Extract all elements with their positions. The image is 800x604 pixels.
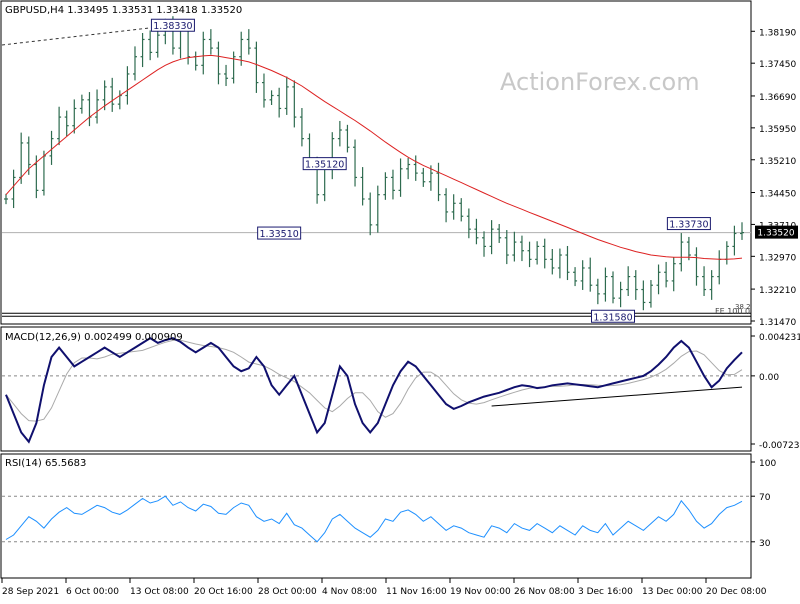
current-price-value: 1.33520 [757,229,794,239]
x-tick-label: 13 Dec 00:00 [642,587,703,597]
x-tick-label: 28 Sep 2021 [2,587,59,597]
price-title: GBPUSD,H4 1.33495 1.33531 1.33418 1.3352… [5,5,242,16]
x-tick-label: 19 Nov 00:00 [450,587,511,597]
rsi-y-tick-label: 30 [759,539,771,549]
x-tick-label: 28 Oct 00:00 [258,587,317,597]
watermark: ActionForex.com [500,68,700,96]
chart-canvas: 38.2FE 100.01.383301.351201.335101.33730… [0,0,800,597]
macd-panel [0,326,752,452]
x-tick-label: 6 Oct 00:00 [66,587,119,597]
x-tick-label: 3 Dec 16:00 [578,587,633,597]
x-tick-label: 11 Nov 16:00 [386,587,447,597]
price-label: 1.38330 [153,21,192,32]
macd-y-tick-label: 0.004231 [759,333,800,343]
x-tick-label: 20 Oct 16:00 [194,587,253,597]
price-label: 1.35120 [305,160,344,171]
macd-title: MACD(12,26,9) 0.002499 0.000909 [5,332,183,343]
price-y-tick-label: 1.32970 [759,253,796,263]
x-tick-label: 4 Nov 08:00 [322,587,377,597]
rsi-y-tick-label: 70 [759,493,771,503]
rsi-panel [0,453,752,579]
price-y-tick-label: 1.37450 [759,60,796,70]
rsi-y-tick-label: 100 [759,459,776,469]
chart-window: 38.2 FE 100.0 1.38330 1.35120 1.33510 1.33730… [0,0,800,600]
price-label: 1.33510 [260,229,299,240]
macd-y-tick-label: -0.00723 [759,441,799,451]
price-panel [0,0,752,325]
price-y-tick-label: 1.38190 [759,28,796,38]
price-y-tick-label: 1.36690 [759,93,796,103]
price-y-tick-label: 1.34450 [759,190,796,200]
price-label: 1.31580 [593,312,632,323]
price-y-tick-label: 1.35210 [759,157,796,167]
x-tick-label: 13 Oct 08:00 [130,587,189,597]
x-tick-label: 20 Dec 08:00 [706,587,767,597]
x-tick-label: 26 Nov 08:00 [514,587,575,597]
price-y-tick-label: 1.32210 [759,286,796,296]
price-label: 1.33730 [669,220,708,231]
fib-label-100: FE 100.0 [715,307,750,316]
price-y-tick-label: 1.31470 [759,318,796,328]
macd-y-tick-label: 0.00 [759,373,779,383]
price-y-tick-label: 1.35950 [759,125,796,135]
rsi-title: RSI(14) 65.5683 [5,458,86,469]
